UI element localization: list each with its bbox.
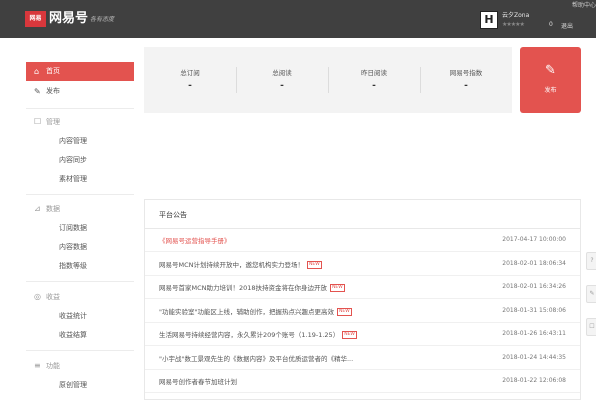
message-count[interactable]: 0 bbox=[549, 21, 553, 28]
help-float-button[interactable]: ? bbox=[586, 252, 596, 270]
new-badge: NEW bbox=[307, 260, 322, 269]
logo-text[interactable]: 网易号 bbox=[49, 9, 88, 29]
notice-title-link[interactable]: 生活网易号持续经营内容，永久累计209个账号（1.19-1.25） NEW bbox=[159, 329, 357, 339]
stat-total-subscriptions: 总订阅 - bbox=[144, 47, 236, 113]
user-rating-stars-icon: ★★★★★ bbox=[502, 21, 525, 28]
notice-text[interactable]: 生活网易号持续经营内容，永久累计209个账号（1.19-1.25） bbox=[159, 331, 339, 339]
notice-date: 2018-02-01 16:34:26 bbox=[502, 283, 566, 290]
netease-logo-icon[interactable]: 网易 bbox=[25, 11, 46, 27]
publish-button[interactable]: ✎ 发布 bbox=[520, 47, 581, 113]
stat-label: 网易号指数 bbox=[449, 69, 483, 77]
notice-title-link[interactable]: 网易号创作者春节加班计划 bbox=[159, 376, 237, 386]
coin-icon: ◎ bbox=[34, 292, 41, 301]
sidebar-item-revenue-stats[interactable]: 收益统计 bbox=[26, 308, 134, 324]
stat-yesterday-reads: 昨日阅读 - bbox=[328, 47, 420, 113]
stat-value: - bbox=[188, 81, 192, 91]
sidebar-group-data: ⊿ 数据 bbox=[26, 201, 134, 217]
notice-title-link[interactable]: 网易号MCN计划持续开放中，邀您机构实力登场！ NEW bbox=[159, 259, 322, 269]
sidebar-group-manage: ☐ 管理 bbox=[26, 114, 134, 130]
notice-row[interactable]: 《网易号运营指导手册》 2017-04-17 10:00:00 bbox=[145, 229, 580, 252]
stat-account-index: 网易号指数 - bbox=[420, 47, 512, 113]
sidebar-item-subscribe-data[interactable]: 订阅数据 bbox=[26, 220, 134, 236]
publish-button-label: 发布 bbox=[544, 87, 557, 94]
sidebar-item-label: 首页 bbox=[46, 67, 60, 75]
divider bbox=[26, 281, 134, 282]
logout-link[interactable]: 退出 bbox=[561, 21, 573, 30]
sidebar-item-content-manage[interactable]: 内容管理 bbox=[26, 133, 134, 149]
message-float-button[interactable]: ☐ bbox=[586, 318, 596, 336]
divider bbox=[26, 108, 134, 109]
sidebar-item-publish[interactable]: ✎ 发布 bbox=[26, 82, 134, 101]
sidebar-item-content-data[interactable]: 内容数据 bbox=[26, 239, 134, 255]
help-center-link[interactable]: 帮助中心 bbox=[572, 0, 596, 9]
user-name[interactable]: 云夕Zona bbox=[502, 10, 529, 19]
notice-text[interactable]: 《网易号运营指导手册》 bbox=[159, 237, 231, 245]
stat-value: - bbox=[280, 81, 284, 91]
logo-slogan: 各有态度 bbox=[90, 16, 115, 23]
notice-title-link[interactable]: "功能实验室"功能区上线，辅助创作，把握热点兴趣点更高效 NEW bbox=[159, 306, 352, 316]
pencil-icon: ✎ bbox=[545, 63, 556, 78]
notice-date: 2018-02-01 18:06:34 bbox=[502, 259, 566, 267]
notice-row[interactable]: 生活网易号持续经营内容，永久累计209个账号（1.19-1.25） NEW 2018… bbox=[145, 323, 580, 346]
notice-text[interactable]: 网易号创作者春节加班计划 bbox=[159, 378, 237, 386]
notice-row[interactable]: 网易号MCN计划持续开放中，邀您机构实力登场！ NEW 2018-02-01 18:… bbox=[145, 253, 580, 276]
divider bbox=[145, 392, 580, 393]
sidebar-item-content-sync[interactable]: 内容同步 bbox=[26, 152, 134, 168]
notice-text[interactable]: 网易号MCN计划持续开放中，邀您机构实力登场！ bbox=[159, 261, 304, 269]
stat-value: - bbox=[464, 81, 468, 91]
stat-label: 总阅读 bbox=[272, 69, 292, 77]
stat-label: 总订阅 bbox=[180, 69, 200, 77]
user-avatar[interactable]: H bbox=[480, 11, 498, 29]
sidebar-group-revenue: ◎ 收益 bbox=[26, 289, 134, 305]
notice-row[interactable]: "功能实验室"功能区上线，辅助创作，把握热点兴趣点更高效 NEW 2018-01-3… bbox=[145, 300, 580, 323]
notice-row[interactable]: 网易号首家MCN助力培训！2018扶持资金将在你身边开放 NEW 2018-02-0… bbox=[145, 276, 580, 299]
sidebar-group-features: ≡ 功能 bbox=[26, 358, 134, 374]
notice-title-link[interactable]: 网易号首家MCN助力培训！2018扶持资金将在你身边开放 NEW bbox=[159, 282, 345, 292]
notice-row[interactable]: 网易号创作者春节加班计划 2018-01-22 12:06:08 bbox=[145, 370, 580, 393]
notice-date: 2018-01-31 15:08:06 bbox=[502, 306, 566, 314]
stat-label: 昨日阅读 bbox=[361, 69, 387, 77]
new-badge: NEW bbox=[336, 307, 352, 316]
sidebar-item-label: 发布 bbox=[46, 87, 60, 95]
sidebar: ⌂ 首页 ✎ 发布 ☐ 管理 内容管理 内容同步 素材管理 ⊿ 数据 订阅数据 … bbox=[26, 62, 134, 400]
feedback-float-button[interactable]: ✎ bbox=[586, 285, 596, 303]
stat-total-reads: 总阅读 - bbox=[236, 47, 328, 113]
folder-icon: ☐ bbox=[34, 117, 42, 126]
notice-text[interactable]: 网易号首家MCN助力培训！2018扶持资金将在你身边开放 bbox=[159, 284, 327, 292]
list-icon: ≡ bbox=[34, 361, 41, 370]
new-badge: NEW bbox=[342, 331, 357, 339]
stat-value: - bbox=[372, 81, 376, 91]
notice-date: 2018-01-24 14:44:35 bbox=[502, 353, 566, 361]
sidebar-item-index-level[interactable]: 指数等级 bbox=[26, 258, 134, 274]
notice-date: 2018-01-26 16:43:11 bbox=[502, 330, 566, 337]
pencil-icon: ✎ bbox=[34, 87, 41, 96]
divider bbox=[26, 350, 134, 351]
sidebar-item-original-manage[interactable]: 原创管理 bbox=[26, 377, 134, 393]
notice-text[interactable]: "小宇战"数工景观先生的《数据内容》及平台优质运营者的《精华... bbox=[159, 355, 353, 363]
platform-notice-panel: 平台公告 《网易号运营指导手册》 2017-04-17 10:00:00 网易号MC… bbox=[144, 199, 581, 400]
notice-row[interactable]: "小宇战"数工景观先生的《数据内容》及平台优质运营者的《精华... 2018-01… bbox=[145, 347, 580, 370]
top-navigation-bar: 网易 网易号 各有态度 H 云夕Zona ★★★★★ 0 退出 帮助中心 bbox=[0, 0, 596, 38]
notice-title-link[interactable]: "小宇战"数工景观先生的《数据内容》及平台优质运营者的《精华... bbox=[159, 353, 353, 363]
notice-title-link[interactable]: 《网易号运营指导手册》 bbox=[159, 235, 231, 245]
chart-icon: ⊿ bbox=[34, 204, 41, 213]
notice-date: 2018-01-22 12:06:08 bbox=[502, 377, 566, 384]
notice-date: 2017-04-17 10:00:00 bbox=[502, 236, 566, 243]
sidebar-item-revenue-settlement[interactable]: 收益结算 bbox=[26, 327, 134, 343]
notice-text[interactable]: "功能实验室"功能区上线，辅助创作，把握热点兴趣点更高效 bbox=[159, 308, 334, 316]
divider bbox=[26, 194, 134, 195]
stats-panel: 总订阅 - 总阅读 - 昨日阅读 - 网易号指数 - bbox=[144, 47, 512, 113]
home-icon: ⌂ bbox=[34, 67, 40, 76]
sidebar-item-home[interactable]: ⌂ 首页 bbox=[26, 62, 134, 81]
new-badge: NEW bbox=[330, 284, 345, 292]
sidebar-item-material-manage[interactable]: 素材管理 bbox=[26, 171, 134, 187]
notice-title: 平台公告 bbox=[159, 211, 187, 219]
